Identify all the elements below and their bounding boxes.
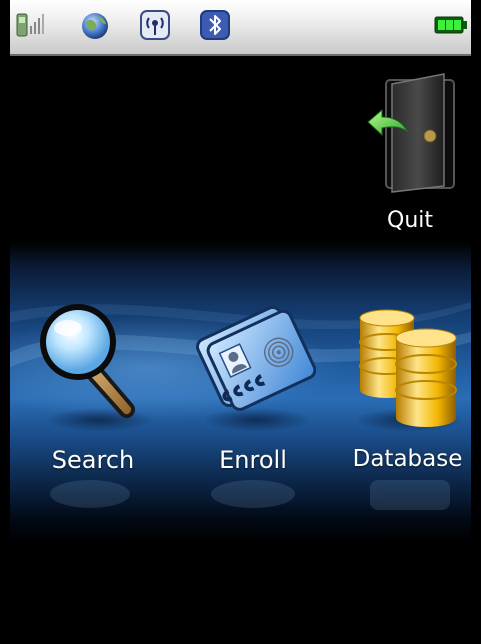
database-label: Database [352,446,463,472]
database-button[interactable]: Database [344,296,471,486]
icons-reflection [50,480,450,510]
quit-label: Quit [387,208,433,233]
app-screen: Quit Search Enroll Database [10,0,471,644]
signal-icon [16,13,44,37]
battery-icon [434,16,467,34]
wireless-icon [140,10,170,40]
magnifier-icon [40,304,135,419]
database-icon [359,309,457,427]
search-button[interactable]: Search [28,296,158,486]
bluetooth-icon [200,10,230,40]
door-exit-icon [367,73,455,193]
globe-icon [82,13,108,39]
enroll-button[interactable]: Enroll [188,296,318,486]
fingerprint-card-icon [196,305,316,411]
status-bar [10,0,471,56]
enroll-label: Enroll [219,446,287,474]
quit-button[interactable]: Quit [330,64,470,244]
search-label: Search [51,446,135,474]
